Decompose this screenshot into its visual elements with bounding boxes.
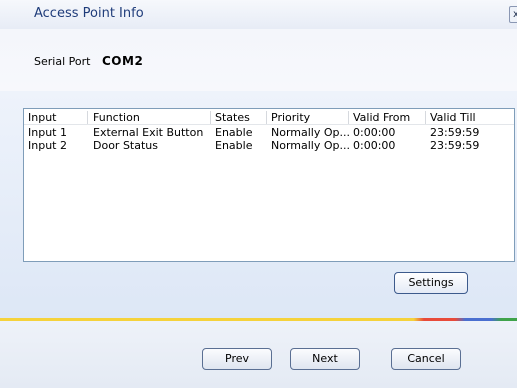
cell-priority: Normally Op... [271,126,350,139]
cell-valid-till: 23:59:59 [430,126,480,139]
cell-input: Input 2 [28,139,67,152]
table-row[interactable]: Input 1 External Exit Button Enable Norm… [24,126,514,139]
cell-valid-from: 0:00:00 [353,139,396,152]
next-button-label: Next [312,352,338,365]
inputs-panel: Input Function States Priority Valid Fro… [0,91,517,318]
settings-button-label: Settings [408,276,454,289]
table-row[interactable]: Input 2 Door Status Enable Normally Op..… [24,139,514,152]
cell-valid-from: 0:00:00 [353,126,396,139]
inputs-listview[interactable]: Input Function States Priority Valid Fro… [23,108,515,262]
column-separator[interactable] [266,111,267,124]
column-separator[interactable] [348,111,349,124]
close-icon[interactable]: x [509,6,517,23]
column-separator[interactable] [425,111,426,124]
prev-button-label: Prev [225,352,249,365]
settings-button[interactable]: Settings [394,272,468,294]
column-separator[interactable] [87,111,88,124]
cell-valid-till: 23:59:59 [430,139,480,152]
window-title: Access Point Info [34,6,144,21]
column-header-valid-till[interactable]: Valid Till [430,111,476,124]
cell-states: Enable [215,139,253,152]
cell-input: Input 1 [28,126,67,139]
column-separator[interactable] [210,111,211,124]
serial-port-section: Serial Port COM2 [0,29,517,91]
next-button[interactable]: Next [290,348,360,370]
cell-function: Door Status [93,139,159,152]
column-header-input[interactable]: Input [28,111,56,124]
cancel-button-label: Cancel [407,352,445,365]
serial-port-label: Serial Port [34,55,91,68]
column-header-states[interactable]: States [215,111,250,124]
cell-priority: Normally Op... [271,139,350,152]
serial-port-value: COM2 [102,54,144,68]
title-bar: Access Point Info x [0,0,517,30]
column-header-valid-from[interactable]: Valid From [353,111,410,124]
cancel-button[interactable]: Cancel [391,348,461,370]
cell-function: External Exit Button [93,126,204,139]
column-header-priority[interactable]: Priority [271,111,310,124]
prev-button[interactable]: Prev [202,348,272,370]
wizard-footer: Prev Next Cancel [0,321,517,388]
listview-header: Input Function States Priority Valid Fro… [24,111,514,125]
cell-states: Enable [215,126,253,139]
column-header-function[interactable]: Function [93,111,140,124]
